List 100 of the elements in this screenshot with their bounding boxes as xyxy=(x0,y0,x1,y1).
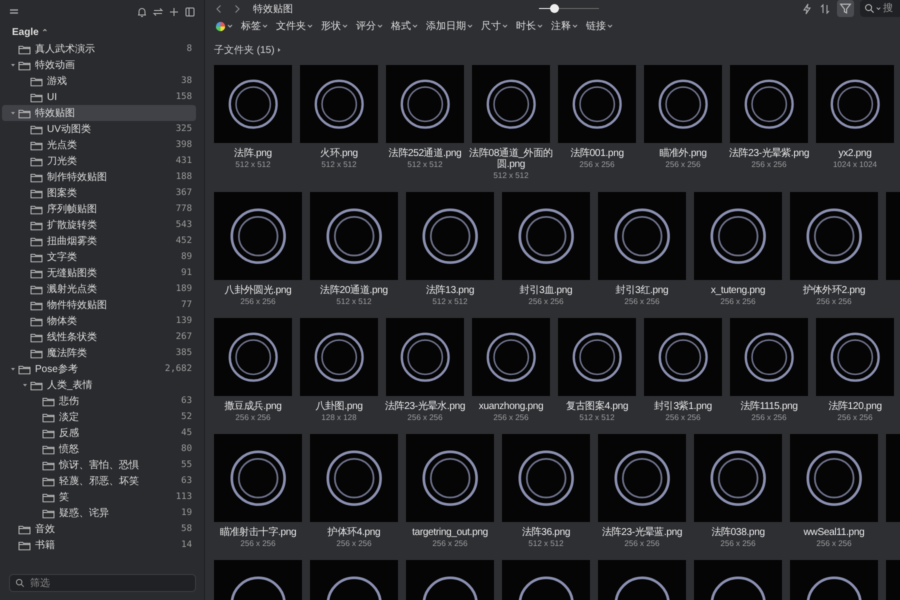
plus-icon[interactable] xyxy=(168,6,180,18)
folder-item[interactable]: Pose参考 2,682 xyxy=(2,361,196,377)
folder-item[interactable]: 魔法阵类 385 xyxy=(2,345,196,361)
folder-item[interactable]: 惊讶、害怕、恐惧 55 xyxy=(2,457,196,473)
filter-button[interactable] xyxy=(837,0,854,17)
folder-item[interactable]: 制作特效贴图 188 xyxy=(2,169,196,185)
ring-thumbnail[interactable] xyxy=(310,434,398,522)
folder-name: 淡定 xyxy=(59,410,80,424)
file-name: 封引3血.png xyxy=(518,285,574,296)
folder-name: 反感 xyxy=(59,426,80,440)
folder-item[interactable]: 人类_表情 xyxy=(2,377,196,393)
ring-thumbnail[interactable] xyxy=(310,192,398,280)
folder-item[interactable]: 物体类 139 xyxy=(2,313,196,329)
search-field[interactable]: 搜 xyxy=(860,0,900,17)
caret-icon[interactable] xyxy=(10,110,16,116)
chevron-icon xyxy=(226,22,234,30)
ring-thumbnail[interactable] xyxy=(598,434,686,522)
ring-thumbnail[interactable] xyxy=(214,434,302,522)
ring-thumbnail[interactable] xyxy=(472,318,550,396)
filter-dropdown[interactable]: 形状 xyxy=(319,19,351,33)
caret-icon[interactable] xyxy=(10,62,16,68)
filter-dropdown[interactable]: 添加日期 xyxy=(424,19,476,33)
filter-dropdown[interactable]: 评分 xyxy=(354,19,386,33)
folder-item[interactable]: 笑 113 xyxy=(2,489,196,505)
sidebar-panel-icon[interactable] xyxy=(184,6,196,18)
ring-thumbnail[interactable] xyxy=(502,434,590,522)
folder-item[interactable]: 悲伤 63 xyxy=(2,393,196,409)
sort-icon[interactable] xyxy=(819,2,831,14)
filter-dropdown[interactable]: 格式 xyxy=(389,19,421,33)
folder-item[interactable]: 序列帧贴图 778 xyxy=(2,201,196,217)
folder-item[interactable]: 反感 45 xyxy=(2,425,196,441)
folder-item[interactable]: 淡定 52 xyxy=(2,409,196,425)
lightning-icon[interactable] xyxy=(801,2,813,14)
subfolders-toggle[interactable]: 子文件夹 (15) xyxy=(214,43,283,57)
folder-item[interactable]: 游戏 38 xyxy=(2,73,196,89)
folder-item[interactable]: 疑惑、诧异 19 xyxy=(2,505,196,521)
ring-thumbnail[interactable] xyxy=(644,318,722,396)
filter-dropdown[interactable]: 链接 xyxy=(584,19,616,33)
folder-item[interactable]: 光点类 398 xyxy=(2,137,196,153)
filter-field[interactable]: 筛选 xyxy=(9,574,196,592)
folder-item[interactable]: UI 158 xyxy=(2,89,196,105)
ring-thumbnail[interactable] xyxy=(694,192,782,280)
item-count: 188 xyxy=(176,172,192,182)
folder-item[interactable]: 溅射光点类 189 xyxy=(2,281,196,297)
filter-dropdown[interactable]: 尺寸 xyxy=(479,19,511,33)
image-dimensions: 256 x 256 xyxy=(816,539,852,548)
folder-item[interactable]: 扭曲烟雾类 452 xyxy=(2,233,196,249)
folder-item[interactable]: 特效动画 xyxy=(2,57,196,73)
folder-item[interactable]: 图案类 367 xyxy=(2,185,196,201)
filter-dropdown[interactable]: 文件夹 xyxy=(274,19,316,33)
ring-thumbnail[interactable] xyxy=(730,65,808,143)
folder-item[interactable]: 音效 58 xyxy=(2,521,196,537)
folder-item[interactable]: 刀光类 431 xyxy=(2,153,196,169)
file-name: 撒豆成兵.png xyxy=(223,401,283,412)
folder-item[interactable]: 真人武术演示 8 xyxy=(2,41,196,57)
ring-thumbnail[interactable] xyxy=(300,318,378,396)
ring-thumbnail[interactable] xyxy=(644,65,722,143)
library-switcher[interactable]: Eagle ⌃ xyxy=(0,24,60,41)
ring-thumbnail[interactable] xyxy=(598,192,686,280)
ring-thumbnail[interactable] xyxy=(790,434,878,522)
caret-icon[interactable] xyxy=(22,382,28,388)
ring-thumbnail[interactable] xyxy=(386,318,464,396)
ring-thumbnail[interactable] xyxy=(214,65,292,143)
folder-item[interactable]: UV动图类 325 xyxy=(2,121,196,137)
folder-item[interactable]: 轻蔑、邪恶、坏笑 63 xyxy=(2,473,196,489)
folder-name: 特效动画 xyxy=(35,58,76,72)
folder-icon xyxy=(30,348,43,358)
ring-thumbnail[interactable] xyxy=(790,192,878,280)
zoom-slider[interactable] xyxy=(539,4,599,14)
folder-item[interactable]: 线性条状类 267 xyxy=(2,329,196,345)
ring-thumbnail[interactable] xyxy=(386,65,464,143)
caret-icon[interactable] xyxy=(10,366,16,372)
filter-dropdown[interactable]: 标签 xyxy=(239,19,271,33)
folder-item[interactable]: 书籍 14 xyxy=(2,537,196,553)
filter-dropdown[interactable]: 注释 xyxy=(549,19,581,33)
ring-thumbnail[interactable] xyxy=(300,65,378,143)
ring-thumbnail[interactable] xyxy=(816,65,894,143)
folder-item[interactable]: 愤怒 80 xyxy=(2,441,196,457)
folder-item[interactable]: 文字类 89 xyxy=(2,249,196,265)
filter-dropdown[interactable]: 时长 xyxy=(514,19,546,33)
ring-thumbnail[interactable] xyxy=(214,318,292,396)
folder-icon xyxy=(18,524,31,534)
folder-item[interactable]: 无缝贴图类 91 xyxy=(2,265,196,281)
ring-thumbnail[interactable] xyxy=(214,192,302,280)
item-count: 77 xyxy=(181,300,192,310)
bell-icon[interactable] xyxy=(136,6,148,18)
ring-thumbnail[interactable] xyxy=(558,318,636,396)
ring-thumbnail[interactable] xyxy=(816,318,894,396)
ring-thumbnail[interactable] xyxy=(730,318,808,396)
ring-thumbnail[interactable] xyxy=(406,192,494,280)
ring-thumbnail[interactable] xyxy=(558,65,636,143)
chevron-icon xyxy=(306,22,314,30)
ring-thumbnail[interactable] xyxy=(472,65,550,143)
ring-thumbnail[interactable] xyxy=(502,192,590,280)
folder-item[interactable]: 扩散旋转类 543 xyxy=(2,217,196,233)
swap-arrows-icon[interactable] xyxy=(152,6,164,18)
ring-thumbnail[interactable] xyxy=(406,434,494,522)
ring-thumbnail[interactable] xyxy=(694,434,782,522)
folder-item[interactable]: 特效贴图 xyxy=(2,105,196,121)
folder-item[interactable]: 物件特效贴图 77 xyxy=(2,297,196,313)
